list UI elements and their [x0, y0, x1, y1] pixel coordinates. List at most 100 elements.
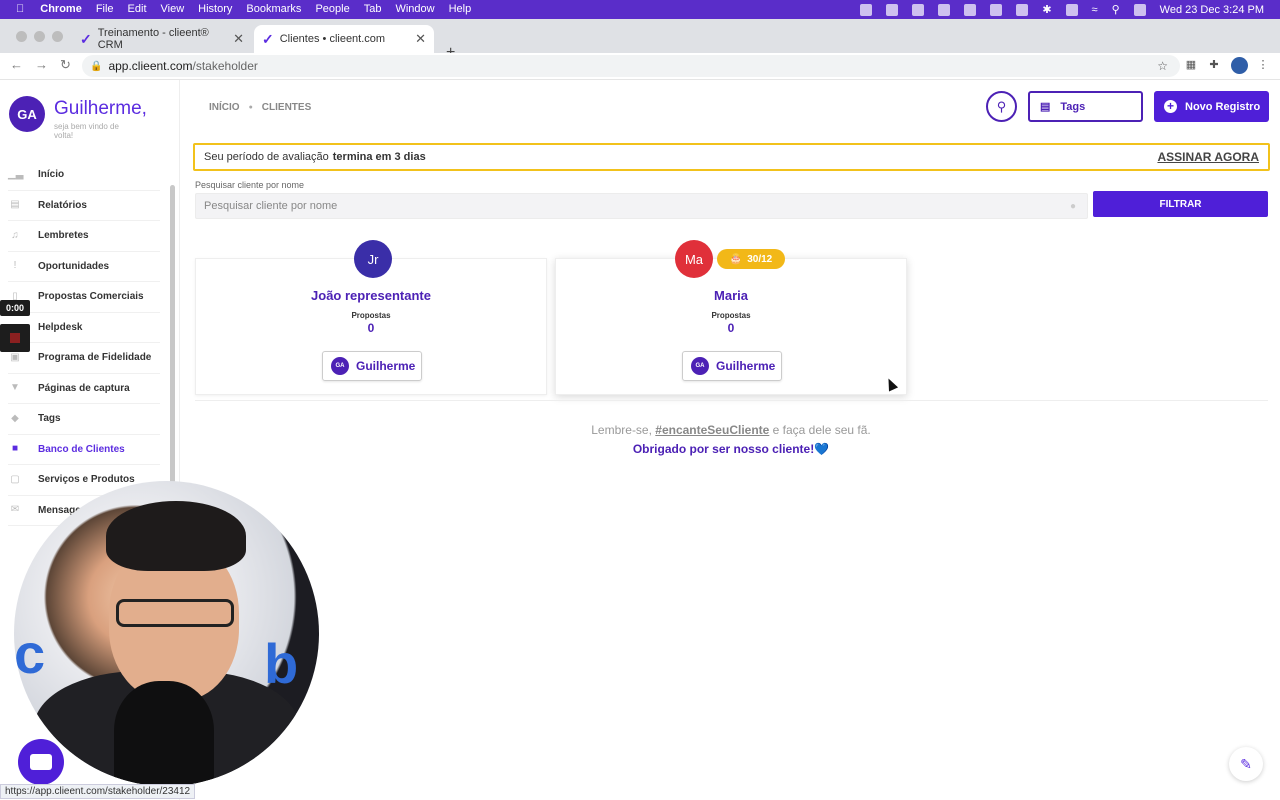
tags-button[interactable]: ▤ Tags	[1028, 91, 1143, 122]
sidebar-item-relatorios[interactable]: ▤ Relatórios	[8, 191, 160, 221]
subscribe-link[interactable]: ASSINAR AGORA	[1157, 150, 1259, 164]
tray-app-icon[interactable]	[886, 3, 899, 16]
breadcrumb-inicio[interactable]: INÍCIO	[209, 102, 240, 113]
presenter-hair	[106, 501, 246, 571]
sidebar-item-label: Início	[38, 169, 65, 181]
bluetooth-icon[interactable]: ✱	[1042, 3, 1051, 16]
close-window-icon[interactable]	[16, 31, 27, 42]
footer-thanks-text: Obrigado por ser nosso cliente!	[632, 442, 815, 456]
proposals-label: Propostas	[711, 311, 751, 320]
owner-name: Guilherme	[716, 359, 776, 373]
menu-view[interactable]: View	[161, 0, 185, 19]
sidebar-item-fidelidade[interactable]: ▣ Programa de Fidelidade	[8, 343, 160, 374]
forward-icon[interactable]: →	[35, 57, 48, 72]
magic-wand-icon[interactable]: ✎	[1229, 747, 1263, 781]
back-icon[interactable]: ←	[10, 57, 23, 72]
client-name[interactable]: João representante	[196, 288, 546, 303]
client-card[interactable]: Jr João representante Propostas 0 GA Guil…	[195, 240, 547, 395]
control-center-icon[interactable]	[1133, 3, 1146, 16]
extension-icon[interactable]: ▦	[1184, 58, 1198, 72]
filter-button[interactable]: FILTRAR	[1093, 191, 1268, 217]
client-search-input[interactable]: Pesquisar cliente por nome ●	[195, 193, 1088, 219]
sidebar-item-lembretes[interactable]: ♫ Lembretes	[8, 221, 160, 252]
battery-icon[interactable]	[1065, 3, 1078, 16]
greeting-title: Guilherme,	[54, 98, 147, 119]
client-card[interactable]: Ma 🎂 30/12 Maria Propostas 0 GA Guilherme	[555, 240, 907, 395]
client-name[interactable]: Maria	[556, 288, 906, 303]
chat-button[interactable]	[18, 739, 64, 785]
more-menu-icon[interactable]: ⋮	[1256, 58, 1270, 72]
new-record-button[interactable]: + Novo Registro	[1154, 91, 1269, 122]
gear-icon[interactable]	[990, 3, 1003, 16]
stop-recording-button[interactable]	[0, 324, 30, 352]
menu-bookmarks[interactable]: Bookmarks	[246, 0, 301, 19]
chart-icon: ▁▃	[8, 168, 24, 180]
menu-people[interactable]: People	[315, 0, 349, 19]
owner-avatar: GA	[691, 357, 709, 375]
tab-treinamento[interactable]: ✓ Treinamento - clieent® CRM ✕	[72, 25, 252, 53]
cloud-icon[interactable]	[964, 3, 977, 16]
footer-tagline: Lembre-se, #encanteSeuCliente e faça del…	[182, 423, 1280, 437]
close-tab-icon[interactable]: ✕	[415, 31, 426, 47]
birthday-date: 30/12	[747, 253, 773, 265]
sidebar-item-propostas[interactable]: ▯ Propostas Comerciais	[8, 282, 160, 313]
id-card-icon: ▤	[1040, 101, 1051, 113]
sidebar-item-inicio[interactable]: ▁▃ Início	[8, 160, 160, 191]
reload-icon[interactable]: ↻	[60, 57, 71, 73]
url-bar[interactable]: 🔒 app.clieent.com/stakeholder ☆	[82, 55, 1180, 77]
sidebar-scrollbar[interactable]	[170, 185, 175, 525]
search-label: Pesquisar cliente por nome	[195, 180, 305, 190]
footer-hashtag[interactable]: #encanteSeuCliente	[655, 423, 769, 437]
breadcrumb-clientes[interactable]: CLIENTES	[262, 102, 311, 113]
tray-app-icon[interactable]	[938, 3, 951, 16]
sidebar-item-label: Oportunidades	[38, 260, 110, 272]
owner-avatar: GA	[331, 357, 349, 375]
sidebar-item-label: Relatórios	[38, 199, 87, 211]
apple-icon[interactable]: 	[16, 0, 24, 19]
menu-app-name[interactable]: Chrome	[40, 0, 82, 19]
sidebar-item-oportunidades[interactable]: ! Oportunidades	[8, 252, 160, 282]
tab-clientes[interactable]: ✓ Clientes • clieent.com ✕	[254, 25, 434, 53]
owner-name: Guilherme	[356, 359, 416, 373]
search-icon[interactable]: ⚲	[1112, 3, 1120, 16]
tag-icon: ◆	[11, 412, 19, 424]
sidebar-item-label: Programa de Fidelidade	[38, 352, 152, 364]
battery-icon[interactable]	[1016, 3, 1029, 16]
menu-window[interactable]: Window	[395, 0, 434, 19]
client-avatar: Ma	[675, 240, 713, 278]
search-button[interactable]: ⚲	[986, 91, 1017, 122]
tray-app-icon[interactable]	[860, 3, 873, 16]
menu-edit[interactable]: Edit	[128, 0, 147, 19]
avatar[interactable]: GA	[9, 96, 45, 132]
star-icon[interactable]: ☆	[1157, 59, 1168, 73]
window-controls[interactable]	[16, 31, 63, 42]
menu-help[interactable]: Help	[449, 0, 472, 19]
search-placeholder: Pesquisar cliente por nome	[204, 200, 338, 212]
zoom-window-icon[interactable]	[52, 31, 63, 42]
proposals-count: 0	[727, 321, 735, 335]
sidebar-item-label: Propostas Comerciais	[38, 291, 144, 303]
close-tab-icon[interactable]: ✕	[233, 31, 244, 47]
plus-circle-icon: +	[1164, 100, 1177, 113]
owner-button[interactable]: GA Guilherme	[682, 351, 782, 381]
menu-file[interactable]: File	[96, 0, 114, 19]
clock-text[interactable]: Wed 23 Dec 3:24 PM	[1160, 4, 1264, 16]
sidebar-item-banco-clientes[interactable]: ■ Banco de Clientes	[8, 435, 160, 465]
tray-app-icon[interactable]	[912, 3, 925, 16]
divider	[195, 400, 1268, 401]
minimize-window-icon[interactable]	[34, 31, 45, 42]
trial-banner: Seu período de avaliação termina em 3 di…	[193, 143, 1270, 171]
puzzle-icon[interactable]: ✚	[1207, 58, 1221, 72]
sidebar-item-helpdesk[interactable]: ∩Helpdesk	[8, 313, 160, 343]
menu-tab[interactable]: Tab	[364, 0, 382, 19]
owner-button[interactable]: GA Guilherme	[322, 351, 422, 381]
menu-history[interactable]: History	[198, 0, 232, 19]
sidebar-item-label: Páginas de captura	[38, 382, 130, 394]
cake-icon: 🎂	[729, 253, 743, 265]
main-content: INÍCIO ● CLIENTES ⚲ ▤ Tags + Novo Registro…	[182, 80, 1280, 800]
footer-post: e faça dele seu fã.	[769, 423, 871, 437]
sidebar-item-paginas-captura[interactable]: ▼ Páginas de captura	[8, 374, 160, 404]
profile-avatar[interactable]	[1231, 57, 1248, 74]
wifi-icon[interactable]: ≈	[1092, 4, 1098, 16]
sidebar-item-tags[interactable]: ◆ Tags	[8, 404, 160, 435]
